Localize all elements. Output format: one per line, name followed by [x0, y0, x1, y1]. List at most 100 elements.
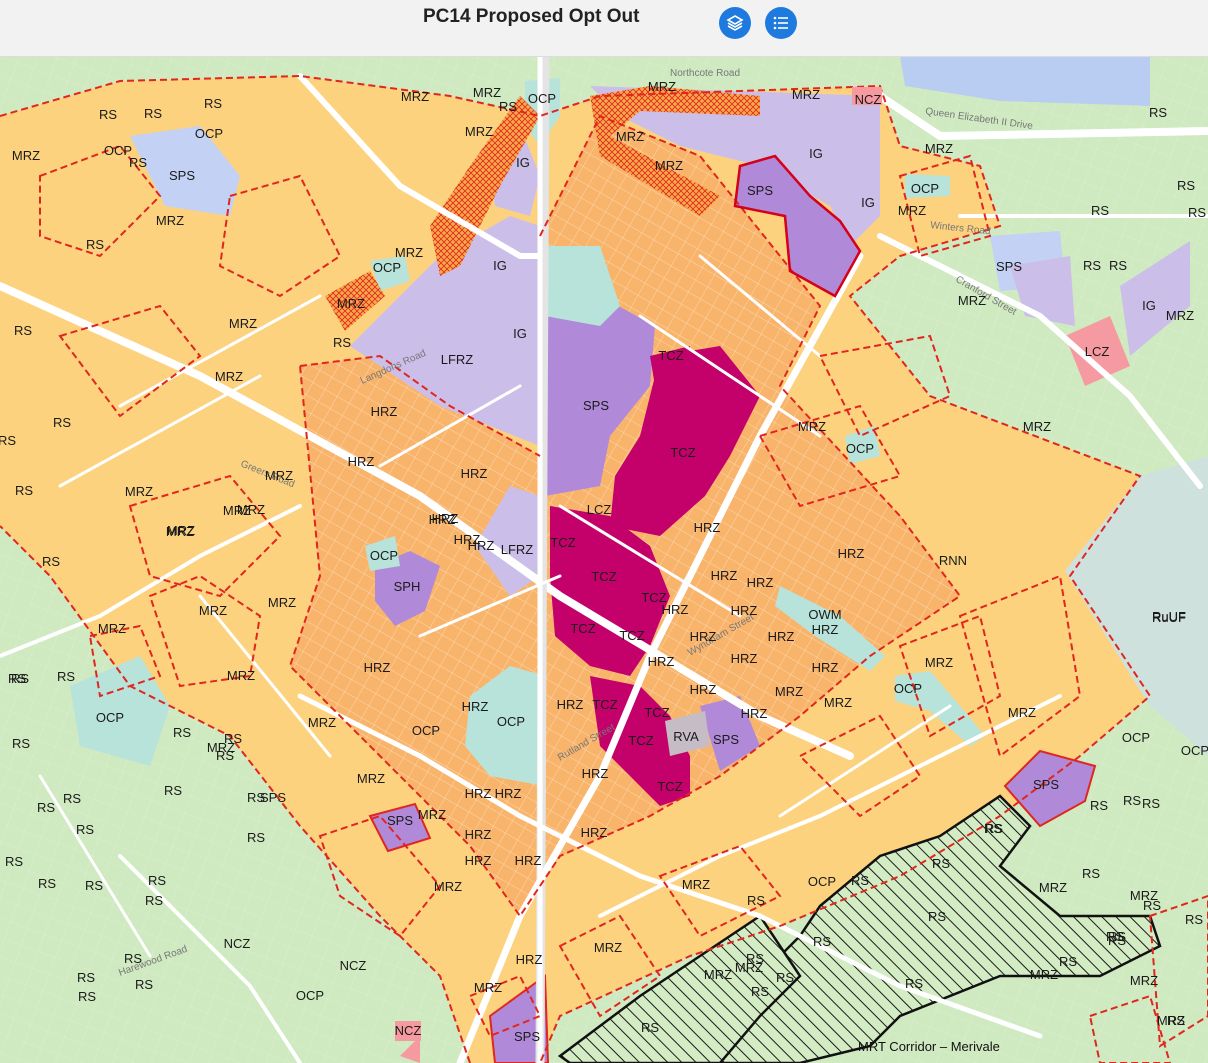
zone-label-rs: RS	[1082, 866, 1100, 881]
zone-label-rs: RS	[499, 99, 517, 114]
map-canvas[interactable]: Queen Elizabeth II Drive Northcote Road …	[0, 56, 1208, 1063]
zone-label-hrz: HRZ	[557, 697, 584, 712]
zone-label-ncz: NCZ	[855, 92, 882, 107]
zone-label-rs: RS	[905, 976, 923, 991]
zone-label-mrz: MRZ	[357, 771, 385, 786]
zone-label-ocp: OCP	[195, 126, 223, 141]
zone-label-mrz: MRZ	[229, 316, 257, 331]
zone-label-sps: SPS	[169, 168, 195, 183]
zone-label-mrz: MRZ	[308, 715, 336, 730]
zone-label-lfrz: LFRZ	[441, 352, 474, 367]
zone-label-ig: IG	[513, 326, 527, 341]
zone-label-mrz: MRZ	[648, 79, 676, 94]
zone-label-mrz: MRZ	[474, 980, 502, 995]
zone-label-tcz: TCZ	[658, 348, 683, 363]
zone-label-mrz: MRZ	[925, 141, 953, 156]
zone-label-mrz: MRZ	[958, 293, 986, 308]
zone-label-rs: RS	[14, 323, 32, 338]
zone-label-sps: SPS	[387, 813, 413, 828]
zone-label-rs: RS	[124, 951, 142, 966]
zone-label-hrz: HRZ	[465, 853, 492, 868]
zone-label-lcz: LCZ	[1085, 344, 1110, 359]
zone-label-hrz: HRZ	[465, 786, 492, 801]
zone-label-mrz: MRZ	[223, 503, 251, 518]
zone-label-ocp: OCP	[911, 181, 939, 196]
zone-label-mrz: MRZ	[792, 87, 820, 102]
zone-label-rs: RS	[78, 989, 96, 1004]
zone-label-owm: OWM	[808, 607, 841, 622]
zone-label-tcz: TCZ	[619, 628, 644, 643]
zone-label-rs: RS	[333, 335, 351, 350]
zone-label-rs: RS	[42, 554, 60, 569]
zone-label-hrz: HRZ	[515, 853, 542, 868]
zone-label-mrz: MRZ	[824, 695, 852, 710]
legend-button[interactable]	[765, 7, 797, 39]
zone-label-hrz: HRZ	[812, 660, 839, 675]
zone-label-mrz: MRZ	[337, 296, 365, 311]
zone-label-rs: RS	[1185, 912, 1203, 927]
zone-label-tcz: TCZ	[657, 779, 682, 794]
zone-label-rs: RS	[204, 96, 222, 111]
zone-label-mrz: MRZ	[227, 668, 255, 683]
zone-label-hrz: HRZ	[741, 706, 768, 721]
zone-label-rs: RS	[747, 893, 765, 908]
zone-label-hrz: HRZ	[648, 654, 675, 669]
legend-list-icon	[773, 16, 788, 30]
layers-button[interactable]	[719, 7, 751, 39]
zone-label-hrz: HRZ	[454, 532, 481, 547]
zone-label-rs: RS	[1177, 178, 1195, 193]
corridor-label: MRT Corridor – Merivale	[858, 1039, 1000, 1054]
zone-label-rs: RS	[53, 415, 71, 430]
zone-label-rnn: RNN	[939, 553, 967, 568]
zone-label-ocp: OCP	[1122, 730, 1150, 745]
zone-label-rs: RS	[928, 909, 946, 924]
zone-label-rs: RS	[86, 237, 104, 252]
zone-label-ocp: OCP	[104, 143, 132, 158]
zone-label-ig: IG	[861, 195, 875, 210]
zone-label-rs: RS	[216, 748, 234, 763]
zone-label-mrz: MRZ	[594, 940, 622, 955]
zone-label-hrz: HRZ	[516, 952, 543, 967]
zone-label-ocp: OCP	[412, 723, 440, 738]
zone-label-rs: RS	[129, 155, 147, 170]
zone-label-rs: RS	[1091, 203, 1109, 218]
zone-label-mrz: MRZ	[1166, 308, 1194, 323]
map-title: PC14 Proposed Opt Out	[423, 6, 640, 27]
zone-label-rs: RS	[224, 731, 242, 746]
zone-label-mrz: MRZ	[125, 484, 153, 499]
zone-label-rs: RS	[63, 791, 81, 806]
zone-label-ig: IG	[809, 146, 823, 161]
zone-label-rs: RS	[932, 856, 950, 871]
zone-label-tcz: TCZ	[550, 535, 575, 550]
zone-label-ocp: OCP	[894, 681, 922, 696]
zone-label-rs: RS	[1149, 105, 1167, 120]
zone-label-rs: RS	[15, 483, 33, 498]
zone-label-rs: RS	[985, 821, 1003, 836]
zone-label-mrz: MRZ	[616, 129, 644, 144]
zone-label-ncz: NCZ	[395, 1023, 422, 1038]
zone-label-rs: RS	[1123, 793, 1141, 808]
zone-label-ocp: OCP	[808, 874, 836, 889]
zone-label-hrz: HRZ	[768, 629, 795, 644]
zone-label-ruuf: RuUF	[1152, 610, 1186, 625]
zone-label-ocp: OCP	[846, 441, 874, 456]
zone-label-ncz: NCZ	[340, 958, 367, 973]
zone-label-hrz: HRZ	[371, 404, 398, 419]
zone-label-sps: SPS	[747, 183, 773, 198]
zone-label-sps: SPS	[1033, 777, 1059, 792]
zone-label-rs: RS	[37, 800, 55, 815]
zone-label-rs: RS	[247, 830, 265, 845]
zone-label-rs: RS	[1083, 258, 1101, 273]
zone-label-ncz: NCZ	[224, 936, 251, 951]
zone-label-rs: RS	[0, 433, 16, 448]
zone-label-hrz: HRZ	[581, 825, 608, 840]
zone-label-mrz: MRZ	[12, 148, 40, 163]
zone-label-ocp: OCP	[497, 714, 525, 729]
zone-label-rs: RS	[12, 736, 30, 751]
zone-label-mrz: MRZ	[898, 203, 926, 218]
zone-label-rs: RS	[99, 107, 117, 122]
zone-label-ig: IG	[1142, 298, 1156, 313]
zoning-map[interactable]: Queen Elizabeth II Drive Northcote Road …	[0, 56, 1208, 1063]
zone-label-ocp: OCP	[528, 91, 556, 106]
zone-label-sps: SPS	[713, 732, 739, 747]
